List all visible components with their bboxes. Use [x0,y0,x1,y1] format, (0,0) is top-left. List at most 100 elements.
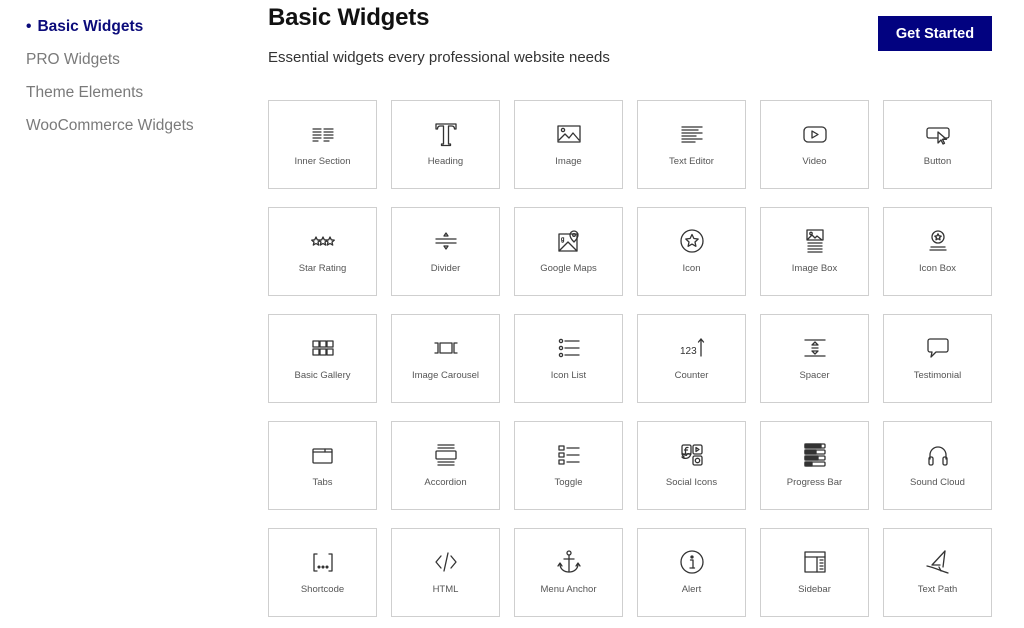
widget-card-accordion[interactable]: Accordion [391,421,500,510]
icon-icon [678,228,706,254]
widget-card-social-icons[interactable]: Social Icons [637,421,746,510]
sound-cloud-icon [924,442,952,468]
widget-card-star-rating[interactable]: Star Rating [268,207,377,296]
nav-item-woocommerce-widgets[interactable]: WooCommerce Widgets [26,109,246,142]
widget-card-image[interactable]: Image [514,100,623,189]
image-box-icon [801,228,829,254]
nav-item-label: Theme Elements [26,84,144,101]
widget-card-tabs[interactable]: Tabs [268,421,377,510]
widget-card-shortcode[interactable]: Shortcode [268,528,377,617]
heading-icon [432,121,460,147]
widget-label: Text Path [917,584,958,595]
widget-card-google-maps[interactable]: g Google Maps [514,207,623,296]
widget-card-divider[interactable]: Divider [391,207,500,296]
widget-card-testimonial[interactable]: Testimonial [883,314,992,403]
widget-card-icon-list[interactable]: Icon List [514,314,623,403]
testimonial-icon [924,335,952,361]
social-icons-icon [678,442,706,468]
svg-text:g: g [561,237,564,243]
widget-label: Alert [681,584,702,595]
tabs-icon [309,442,337,468]
widget-label: Image Carousel [411,370,480,381]
widget-label: Accordion [424,477,467,488]
nav-item-basic-widgets[interactable]: • Basic Widgets [26,10,246,43]
spacer-icon [801,335,829,361]
menu-anchor-icon [555,549,583,575]
widget-card-html[interactable]: HTML [391,528,500,617]
widget-card-text-path[interactable]: Text Path [883,528,992,617]
widget-card-video[interactable]: Video [760,100,869,189]
image-icon [555,121,583,147]
html-icon [432,549,460,575]
alert-icon [678,549,706,575]
widget-label: Button [923,156,952,167]
widget-label: Heading [427,156,464,167]
widget-card-image-carousel[interactable]: Image Carousel [391,314,500,403]
widget-card-progress-bar[interactable]: Progress Bar [760,421,869,510]
page-subtitle: Essential widgets every professional web… [268,49,610,66]
widget-card-alert[interactable]: Alert [637,528,746,617]
widget-card-inner-section[interactable]: Inner Section [268,100,377,189]
widget-card-counter[interactable]: 123 Counter [637,314,746,403]
widget-card-image-box[interactable]: Image Box [760,207,869,296]
image-carousel-icon [432,335,460,361]
widget-label: Star Rating [298,263,347,274]
widget-label: Inner Section [294,156,351,167]
widget-card-heading[interactable]: Heading [391,100,500,189]
icon-list-icon [555,335,583,361]
widget-card-toggle[interactable]: Toggle [514,421,623,510]
widget-label: Icon Box [919,263,956,274]
nav-item-label: WooCommerce Widgets [26,117,194,134]
widget-label: Sound Cloud [910,477,965,488]
widget-card-basic-gallery[interactable]: Basic Gallery [268,314,377,403]
widget-card-icon[interactable]: Icon [637,207,746,296]
widget-label: Video [802,156,827,167]
google-maps-icon: g [555,228,583,254]
widget-label: Toggle [554,477,583,488]
sidebar-icon [801,549,829,575]
widget-label: Google Maps [540,263,597,274]
progress-bar-icon [801,442,829,468]
widget-card-button[interactable]: Button [883,100,992,189]
widget-card-sidebar[interactable]: Sidebar [760,528,869,617]
widget-label: Menu Anchor [540,584,597,595]
widget-label: Shortcode [300,584,345,595]
widget-label: Spacer [799,370,830,381]
divider-icon [432,228,460,254]
basic-gallery-icon [309,335,337,361]
video-icon [801,121,829,147]
widget-label: Counter [674,370,709,381]
category-nav: • Basic Widgets PRO Widgets Theme Element… [26,10,246,142]
widget-card-spacer[interactable]: Spacer [760,314,869,403]
nav-item-label: PRO Widgets [26,51,120,68]
nav-item-label: Basic Widgets [37,18,144,35]
widget-label: Tabs [312,477,333,488]
shortcode-icon [309,549,337,575]
active-bullet: • [26,18,32,35]
widget-grid: Inner Section Heading Image Text Editor Vide… [268,100,992,617]
widget-card-menu-anchor[interactable]: Menu Anchor [514,528,623,617]
widget-label: Testimonial [913,370,962,381]
nav-item-pro-widgets[interactable]: PRO Widgets [26,43,246,76]
widget-card-sound-cloud[interactable]: Sound Cloud [883,421,992,510]
nav-item-theme-elements[interactable]: Theme Elements [26,76,246,109]
accordion-icon [432,442,460,468]
widget-card-text-editor[interactable]: Text Editor [637,100,746,189]
widget-label: Basic Gallery [294,370,351,381]
widget-label: Social Icons [665,477,718,488]
widget-label: Progress Bar [786,477,843,488]
widget-label: Image [555,156,582,167]
toggle-icon [555,442,583,468]
svg-text:123: 123 [680,346,697,357]
widget-card-icon-box[interactable]: Icon Box [883,207,992,296]
widget-label: Icon [682,263,701,274]
widget-label: Image Box [791,263,838,274]
widget-label: Sidebar [798,584,831,595]
get-started-button[interactable]: Get Started [878,16,992,51]
widget-label: Text Editor [669,156,714,167]
button-icon [924,121,952,147]
inner-section-icon [309,121,337,147]
widget-label: HTML [432,584,459,595]
text-path-icon [924,549,952,575]
page-title: Basic Widgets [268,4,430,31]
